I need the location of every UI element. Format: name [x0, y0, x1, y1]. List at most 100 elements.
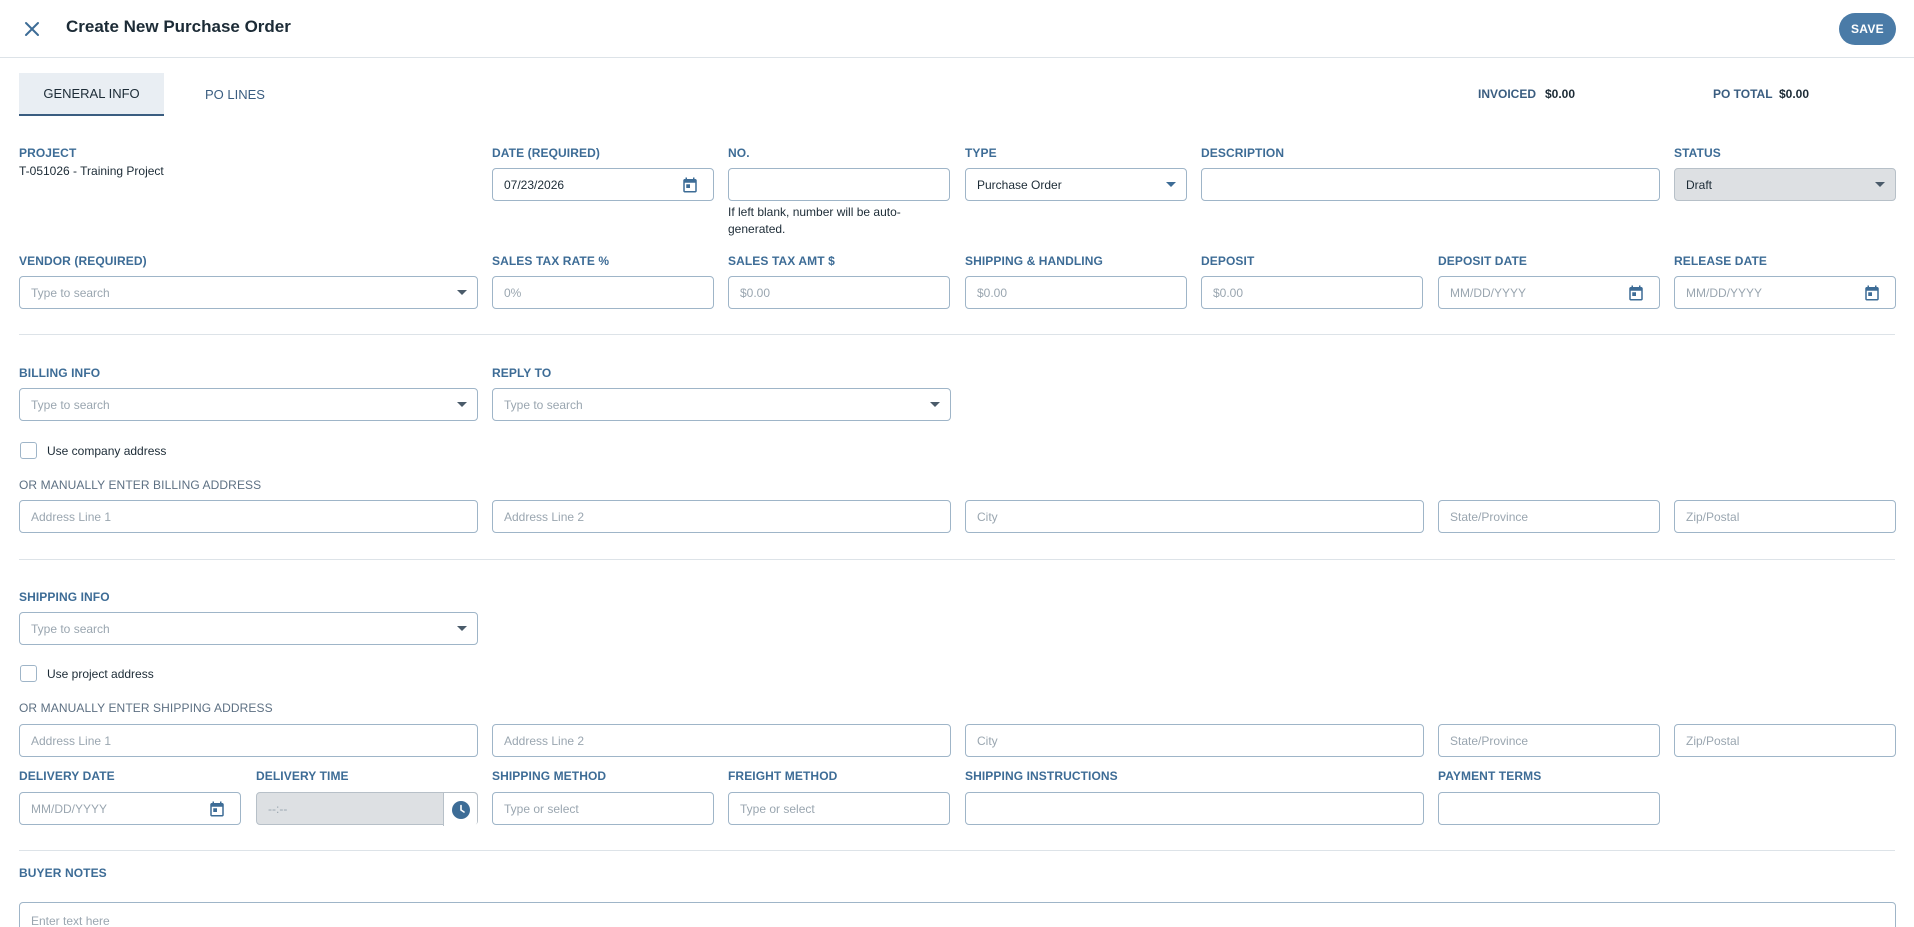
payment-terms-field[interactable] — [1438, 792, 1660, 825]
type-value: Purchase Order — [977, 177, 1062, 192]
status-select[interactable]: Draft — [1674, 168, 1896, 201]
shipping-zip-field[interactable]: Zip/Postal — [1674, 724, 1896, 757]
section-divider — [19, 334, 1895, 335]
billing-info-label: BILLING INFO — [19, 366, 101, 380]
billing-info-placeholder: Type to search — [31, 397, 110, 412]
invoiced-label: INVOICED — [1478, 87, 1537, 101]
save-button[interactable]: SAVE — [1839, 13, 1896, 45]
reply-to-search[interactable]: Type to search — [492, 388, 951, 421]
shipping-method-label: SHIPPING METHOD — [492, 769, 607, 783]
status-label: STATUS — [1674, 146, 1721, 160]
no-label: NO. — [728, 146, 750, 160]
billing-state-placeholder: State/Province — [1450, 509, 1529, 524]
deposit-date-placeholder: MM/DD/YYYY — [1450, 285, 1527, 300]
sales-tax-rate-label: SALES TAX RATE % — [492, 254, 610, 268]
section-divider — [19, 850, 1895, 851]
clock-icon[interactable] — [443, 793, 477, 826]
deposit-date-label: DEPOSIT DATE — [1438, 254, 1527, 268]
shipping-info-placeholder: Type to search — [31, 621, 110, 636]
billing-zip-field[interactable]: Zip/Postal — [1674, 500, 1896, 533]
billing-address2-field[interactable]: Address Line 2 — [492, 500, 951, 533]
project-label: PROJECT — [19, 146, 77, 160]
reply-to-placeholder: Type to search — [504, 397, 583, 412]
delivery-date-label: DELIVERY DATE — [19, 769, 115, 783]
description-field[interactable] — [1201, 168, 1660, 201]
shipping-state-field[interactable]: State/Province — [1438, 724, 1660, 757]
chevron-down-icon — [457, 402, 467, 407]
po-number-field[interactable] — [728, 168, 950, 201]
chevron-down-icon — [457, 626, 467, 631]
type-select[interactable]: Purchase Order — [965, 168, 1187, 201]
description-label: DESCRIPTION — [1201, 146, 1285, 160]
vendor-search[interactable]: Type to search — [19, 276, 478, 309]
buyer-notes-label: BUYER NOTES — [19, 866, 107, 880]
billing-address1-placeholder: Address Line 1 — [31, 509, 112, 524]
section-divider — [19, 559, 1895, 560]
shipping-instructions-field[interactable] — [965, 792, 1424, 825]
deposit-date-field[interactable]: MM/DD/YYYY — [1438, 276, 1660, 309]
billing-zip-placeholder: Zip/Postal — [1686, 509, 1740, 524]
billing-info-search[interactable]: Type to search — [19, 388, 478, 421]
tab-general-info[interactable]: GENERAL INFO — [19, 73, 164, 116]
calendar-icon[interactable] — [208, 800, 226, 818]
type-label: TYPE — [965, 146, 997, 160]
deposit-placeholder: $0.00 — [1213, 285, 1244, 300]
calendar-icon[interactable] — [1627, 284, 1645, 302]
tab-po-lines[interactable]: PO LINES — [175, 73, 295, 116]
shipping-address1-field[interactable]: Address Line 1 — [19, 724, 478, 757]
sales-tax-amt-label: SALES TAX AMT $ — [728, 254, 835, 268]
shipping-city-placeholder: City — [977, 733, 998, 748]
delivery-date-placeholder: MM/DD/YYYY — [31, 801, 108, 816]
sales-tax-rate-field[interactable]: 0% — [492, 276, 714, 309]
shipping-handling-label: SHIPPING & HANDLING — [965, 254, 1103, 268]
page-title: Create New Purchase Order — [66, 17, 291, 36]
delivery-time-field[interactable]: --:-- — [256, 792, 478, 826]
shipping-method-placeholder: Type or select — [504, 801, 579, 816]
sales-tax-amt-field[interactable]: $0.00 — [728, 276, 950, 309]
delivery-date-field[interactable]: MM/DD/YYYY — [19, 792, 241, 825]
calendar-icon[interactable] — [1863, 284, 1881, 302]
buyer-notes-textarea[interactable]: Enter text here — [19, 902, 1896, 927]
chevron-down-icon — [1875, 182, 1885, 187]
deposit-field[interactable]: $0.00 — [1201, 276, 1423, 309]
calendar-icon[interactable] — [681, 176, 699, 194]
use-project-address-checkbox[interactable] — [20, 665, 37, 682]
shipping-zip-placeholder: Zip/Postal — [1686, 733, 1740, 748]
shipping-manual-label: OR MANUALLY ENTER SHIPPING ADDRESS — [19, 701, 273, 715]
freight-method-field[interactable]: Type or select — [728, 792, 950, 825]
shipping-info-label: SHIPPING INFO — [19, 590, 110, 604]
release-date-label: RELEASE DATE — [1674, 254, 1767, 268]
billing-state-field[interactable]: State/Province — [1438, 500, 1660, 533]
use-company-address-checkbox[interactable] — [20, 442, 37, 459]
shipping-info-search[interactable]: Type to search — [19, 612, 478, 645]
date-field[interactable]: 07/23/2026 — [492, 168, 714, 201]
freight-method-label: FREIGHT METHOD — [728, 769, 838, 783]
shipping-state-placeholder: State/Province — [1450, 733, 1529, 748]
shipping-address2-placeholder: Address Line 2 — [504, 733, 585, 748]
close-icon[interactable] — [20, 17, 44, 41]
vendor-placeholder: Type to search — [31, 285, 110, 300]
shipping-method-field[interactable]: Type or select — [492, 792, 714, 825]
shipping-handling-placeholder: $0.00 — [977, 285, 1008, 300]
project-value: T-051026 - Training Project — [19, 164, 164, 178]
shipping-instructions-label: SHIPPING INSTRUCTIONS — [965, 769, 1118, 783]
buyer-notes-placeholder: Enter text here — [31, 914, 110, 927]
billing-city-field[interactable]: City — [965, 500, 1424, 533]
date-value: 07/23/2026 — [504, 177, 565, 192]
billing-address1-field[interactable]: Address Line 1 — [19, 500, 478, 533]
shipping-address2-field[interactable]: Address Line 2 — [492, 724, 951, 757]
chevron-down-icon — [930, 402, 940, 407]
vendor-label: VENDOR (REQUIRED) — [19, 254, 147, 268]
freight-method-placeholder: Type or select — [740, 801, 815, 816]
po-total-value: $0.00 — [1779, 87, 1810, 101]
deposit-label: DEPOSIT — [1201, 254, 1255, 268]
shipping-handling-field[interactable]: $0.00 — [965, 276, 1187, 309]
payment-terms-label: PAYMENT TERMS — [1438, 769, 1542, 783]
shipping-city-field[interactable]: City — [965, 724, 1424, 757]
chevron-down-icon — [1166, 182, 1176, 187]
release-date-field[interactable]: MM/DD/YYYY — [1674, 276, 1896, 309]
billing-address2-placeholder: Address Line 2 — [504, 509, 585, 524]
release-date-placeholder: MM/DD/YYYY — [1686, 285, 1763, 300]
invoiced-value: $0.00 — [1545, 87, 1576, 101]
billing-manual-label: OR MANUALLY ENTER BILLING ADDRESS — [19, 478, 262, 492]
